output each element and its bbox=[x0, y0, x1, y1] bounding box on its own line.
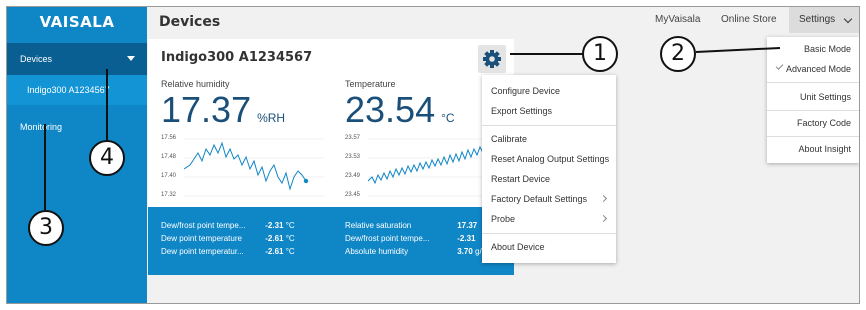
callout-1: 1 bbox=[582, 36, 618, 72]
callout-3: 3 bbox=[28, 210, 64, 246]
callout-4: 4 bbox=[89, 140, 125, 176]
callout-lines bbox=[44, 47, 781, 210]
callout-2: 2 bbox=[660, 36, 696, 72]
